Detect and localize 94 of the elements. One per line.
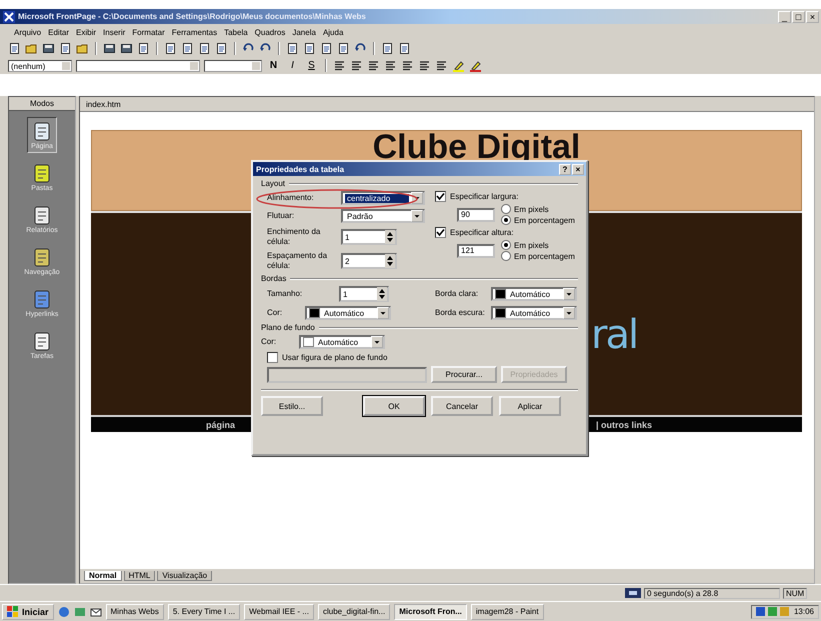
radio-option[interactable]: Em pixels (501, 204, 575, 214)
checkbox-option[interactable]: Usar figura de plano de fundo (261, 352, 578, 363)
mail-icon[interactable] (90, 606, 102, 618)
group-label: Plano de fundo (261, 323, 315, 332)
image-path-field[interactable] (267, 366, 427, 382)
font-size-dropdown[interactable] (204, 60, 262, 72)
menu-item[interactable]: Ferramentas (172, 28, 218, 36)
menu-item[interactable]: Exibir (76, 28, 96, 36)
checkbox-option[interactable]: Especificar altura: (435, 227, 578, 238)
radio-option[interactable]: Em pixels (501, 240, 575, 250)
dialog-button[interactable]: Estilo... (261, 396, 323, 416)
nav-link[interactable]: página (206, 420, 236, 430)
number-field[interactable]: 90 (457, 208, 495, 222)
highlight-icon[interactable] (452, 59, 465, 72)
menu-item[interactable]: Tabela (224, 28, 248, 36)
download-time: 0 segundo(s) a 28.8 (644, 588, 780, 598)
menu-item[interactable]: Arquivo (14, 28, 42, 36)
window-control-button[interactable]: _ (778, 10, 791, 22)
folder-list-icon[interactable] (76, 42, 89, 55)
format-button[interactable]: S (304, 58, 319, 72)
number-field[interactable]: 1 (339, 286, 389, 302)
field-label: Cor: (267, 308, 284, 318)
dropdown[interactable]: Padrão (341, 209, 425, 223)
dialog-button[interactable]: Cancelar (431, 396, 493, 416)
field-label: Enchimento da célula: (267, 227, 322, 247)
style-dropdown[interactable]: (nenhum) (8, 60, 72, 72)
app-icon (3, 10, 15, 22)
menu-item[interactable]: Editar (48, 28, 70, 36)
number-field[interactable]: 2 (341, 253, 397, 269)
views-bar-title: Modos (9, 97, 75, 111)
num-lock-indicator: NUM (783, 588, 808, 598)
view-tab[interactable]: Normal (84, 571, 122, 581)
field-label: Espaçamento da célula: (267, 251, 328, 271)
group-label: Bordas (261, 274, 286, 283)
menu-item[interactable]: Quadros (254, 28, 286, 36)
field-label: Cor: (261, 337, 278, 347)
menu-item[interactable]: Janela (292, 28, 316, 36)
taskbar-button[interactable]: clube_digital-fin... (318, 604, 390, 620)
dialog-button[interactable]: Procurar... (431, 366, 497, 383)
dialog-title: Propriedades da tabela (256, 164, 346, 174)
dialog-title-button[interactable]: × (572, 164, 584, 174)
radio-option[interactable]: Em porcentagem (501, 251, 575, 261)
dialog-button[interactable]: Aplicar (499, 396, 561, 416)
checkmark-icon (436, 192, 445, 201)
menu-item[interactable]: Inserir (103, 28, 126, 36)
windows-logo-icon (7, 606, 19, 617)
field-label: Flutuar: (267, 211, 296, 221)
format-button[interactable]: N (266, 58, 281, 72)
spin-arrows-icon (385, 230, 395, 244)
number-field[interactable]: 1 (341, 229, 397, 245)
menu-item[interactable]: Formatar (132, 28, 165, 36)
taskbar-button[interactable]: 5. Every Time I ... (168, 604, 240, 620)
nav-link[interactable]: | outros links (596, 420, 652, 430)
window-title: Microsoft FrontPage - C:\Documents and Settings\Rodrigo\Meus documentos\Minhas Webs (18, 12, 367, 21)
window-control-button[interactable]: □ (792, 10, 805, 22)
page-subheading: ral (591, 312, 638, 358)
color-dropdown[interactable]: Automático (305, 306, 391, 320)
view-tab[interactable]: HTML (124, 571, 156, 581)
taskbar-button[interactable]: imagem28 - Paint (470, 604, 544, 620)
view-tab[interactable]: Visualização (157, 571, 212, 581)
font-dropdown[interactable] (76, 60, 200, 72)
checkmark-icon (436, 228, 445, 237)
taskbar-button[interactable]: Webmail IEE - ... (244, 604, 314, 620)
document-tab[interactable]: index.htm (86, 100, 121, 109)
group-label: Layout (261, 179, 286, 188)
taskbar-button[interactable]: Minhas Webs (106, 604, 164, 620)
color-dropdown[interactable]: Automático (491, 306, 577, 320)
spin-arrows-icon (385, 254, 395, 268)
format-button[interactable]: I (285, 58, 300, 72)
new-page-icon[interactable] (8, 42, 21, 55)
start-button[interactable]: Iniciar (2, 604, 54, 620)
clock: 13:06 (794, 607, 814, 616)
menu-item[interactable]: Ajuda (322, 28, 344, 36)
taskbar-button[interactable]: Microsoft Fron... (394, 604, 467, 620)
field-label: Borda clara: (435, 289, 480, 299)
number-field[interactable]: 121 (457, 244, 495, 258)
spin-arrows-icon (377, 287, 387, 301)
window-control-button[interactable]: × (806, 10, 819, 22)
color-dropdown[interactable]: Automático (491, 287, 577, 301)
field-label: Borda escura: (435, 308, 486, 318)
align-left-icon[interactable] (333, 59, 346, 72)
dialog-title-button[interactable]: ? (559, 164, 571, 174)
color-dropdown[interactable]: Automático (299, 335, 385, 349)
field-label: Tamanho: (267, 289, 303, 299)
save-icon[interactable] (42, 42, 55, 55)
checkbox-option[interactable]: Especificar largura: (435, 191, 578, 202)
field-label: Alinhamento: (267, 193, 315, 203)
open-folder-icon[interactable] (25, 42, 38, 55)
tray-icons-drawing (756, 606, 790, 617)
font-color-icon[interactable] (469, 59, 482, 72)
dropdown[interactable]: centralizado (341, 191, 425, 205)
radio-option[interactable]: Em porcentagem (501, 215, 575, 225)
page-heading: Clube Digital (372, 129, 580, 165)
dialog-button[interactable]: OK (363, 396, 425, 416)
